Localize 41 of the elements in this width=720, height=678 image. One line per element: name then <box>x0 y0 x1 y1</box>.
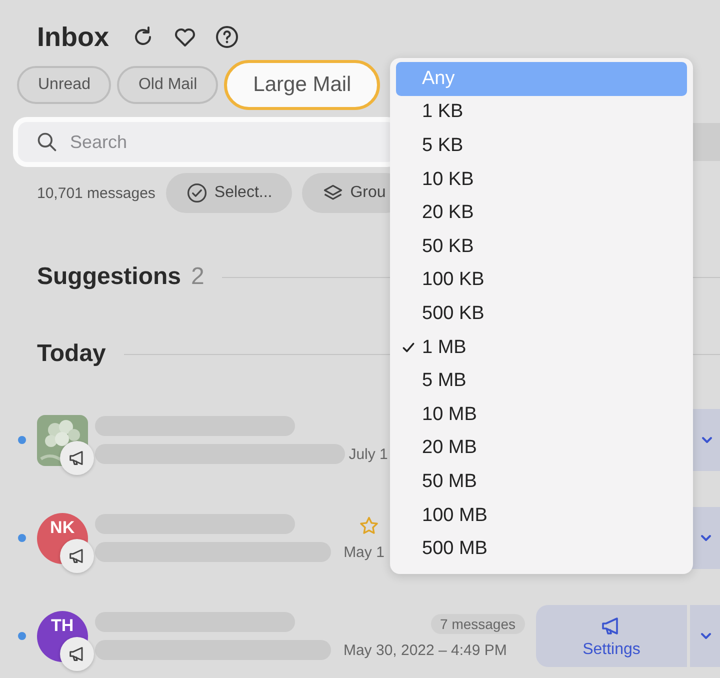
menu-option[interactable]: 500 MB <box>396 532 687 566</box>
help-icon[interactable] <box>215 25 239 49</box>
suggestion-count: 2 <box>191 263 204 291</box>
menu-option[interactable]: 100 MB <box>396 498 687 532</box>
menu-option[interactable]: 20 MB <box>396 432 687 466</box>
more-options-button[interactable] <box>690 605 720 667</box>
checkmark-icon <box>402 340 415 354</box>
menu-option[interactable]: 50 MB <box>396 465 687 499</box>
thread-count: 7 messages <box>431 614 524 634</box>
section-heading: Suggestions <box>37 263 182 291</box>
menu-option[interactable]: 5 KB <box>396 129 687 163</box>
more-options-button[interactable] <box>690 409 720 471</box>
menu-option[interactable]: 500 KB <box>396 297 687 331</box>
search-icon <box>36 131 58 153</box>
menu-option[interactable]: 1 KB <box>396 96 687 130</box>
menu-option[interactable]: 5 MB <box>396 364 687 398</box>
star-icon[interactable] <box>358 514 380 536</box>
menu-option[interactable]: 10 MB <box>396 398 687 432</box>
megaphone-badge <box>60 636 94 670</box>
menu-option[interactable]: 50 KB <box>396 230 687 264</box>
select-button[interactable]: Select... <box>166 173 292 213</box>
chevron-down-icon <box>700 434 713 446</box>
filter-chip[interactable]: Old Mail <box>117 66 218 104</box>
message-date: May 1 <box>344 544 384 560</box>
message-date: May 30, 2022 – 4:49 PM <box>343 642 507 658</box>
settings-button[interactable]: Settings <box>536 605 688 667</box>
more-options-button[interactable] <box>690 507 720 569</box>
inbox-title: Inbox <box>37 22 109 52</box>
filter-chip[interactable]: Unread <box>17 66 112 104</box>
megaphone-badge <box>60 538 94 572</box>
message-date: July 1 <box>348 446 388 462</box>
section-heading: Today <box>37 340 106 368</box>
menu-option[interactable]: 100 KB <box>396 264 687 298</box>
search-input[interactable]: Search <box>68 130 372 154</box>
message-count: 10,701 messages <box>37 184 156 202</box>
menu-option[interactable]: 1 MB <box>396 330 687 364</box>
chevron-down-icon <box>700 532 712 544</box>
megaphone-badge <box>60 440 94 474</box>
checkmark-circle-icon <box>186 182 208 204</box>
filter-chip[interactable]: Large Mail <box>224 60 380 110</box>
chevron-down-icon <box>700 630 712 642</box>
